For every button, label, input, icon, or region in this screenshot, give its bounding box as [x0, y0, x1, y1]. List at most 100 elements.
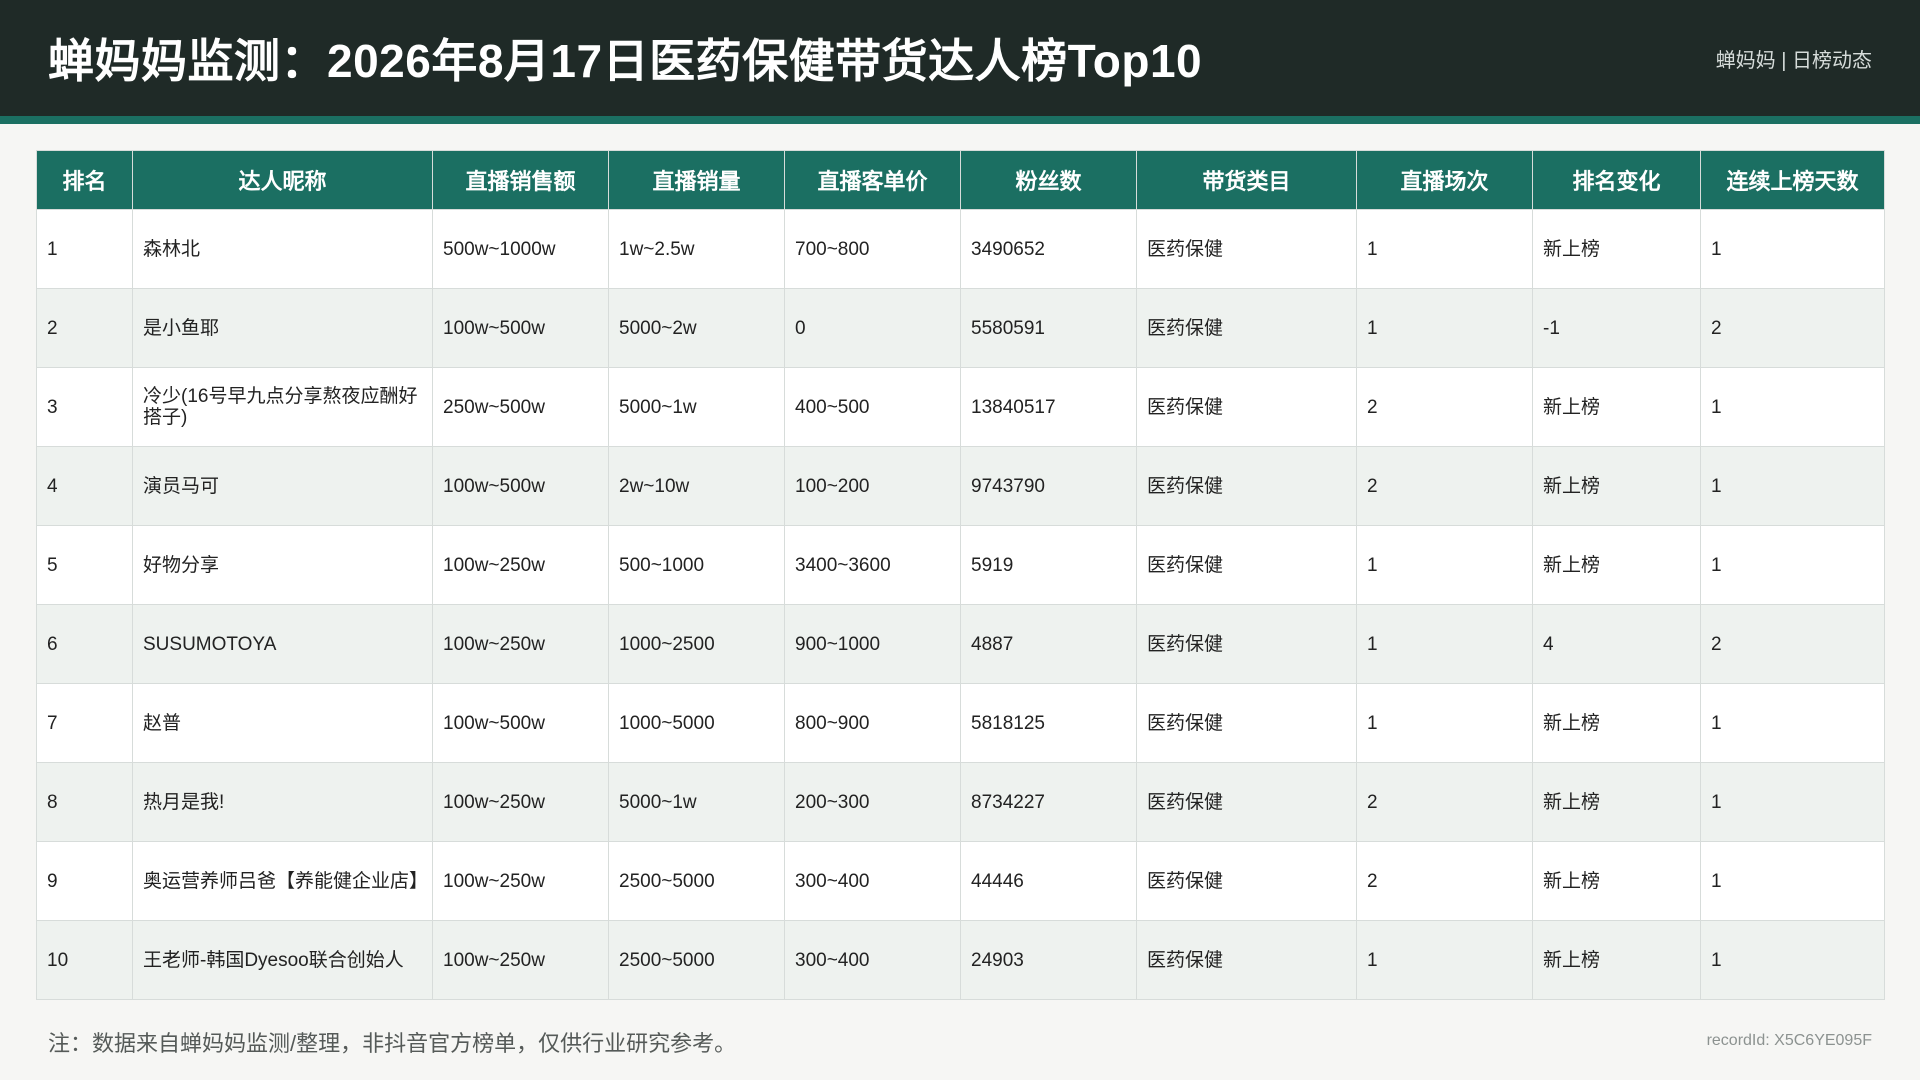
table-cell: 好物分享 [132, 525, 433, 605]
table-row: 5 好物分享 100w~250w 500~1000 3400~3600 5919 医药保健 1… [36, 525, 1885, 605]
table-cell: 2 [1700, 604, 1885, 684]
table-cell: 医药保健 [1136, 209, 1357, 289]
page-title: 蝉妈妈监测：2026年8月17日医药保健带货达人榜Top10 [48, 35, 1203, 87]
table-cell: 热月是我! [132, 762, 433, 842]
column-header: 直播场次 [1356, 150, 1533, 210]
ranking-table-container: 排名 达人昵称 直播销售额 直播销量 直播客单价 粉丝数 带货类目 直播场次 排名变化 连续上榜天… [36, 150, 1885, 1000]
table-cell: 1 [1700, 762, 1885, 842]
table-cell: 800~900 [784, 683, 961, 763]
table-cell: 医药保健 [1136, 288, 1357, 368]
page: 蝉妈妈监测：2026年8月17日医药保健带货达人榜Top10 蝉妈妈 | 日榜动… [0, 0, 1920, 1080]
ranking-table: 排名 达人昵称 直播销售额 直播销量 直播客单价 粉丝数 带货类目 直播场次 排名变化 连续上榜天… [36, 150, 1885, 1000]
table-cell: 100w~250w [432, 762, 609, 842]
column-header: 带货类目 [1136, 150, 1357, 210]
table-cell: 医药保健 [1136, 525, 1357, 605]
table-cell: 1 [1356, 288, 1533, 368]
table-cell: 24903 [960, 920, 1137, 1000]
table-cell: 8 [36, 762, 133, 842]
table-cell: 1000~5000 [608, 683, 785, 763]
table-cell: 3490652 [960, 209, 1137, 289]
table-cell: 100w~250w [432, 841, 609, 921]
table-cell: 4 [36, 446, 133, 526]
table-cell: 100~200 [784, 446, 961, 526]
table-cell: 8734227 [960, 762, 1137, 842]
brand-label: 蝉妈妈 | 日榜动态 [1715, 49, 1872, 72]
table-cell: 1w~2.5w [608, 209, 785, 289]
table-cell: 5818125 [960, 683, 1137, 763]
table-cell: 奥运营养师吕爸【养能健企业店】 [132, 841, 433, 921]
table-cell: 5000~2w [608, 288, 785, 368]
table-cell: 医药保健 [1136, 604, 1357, 684]
footnote: 注：数据来自蝉妈妈监测/整理，非抖音官方榜单，仅供行业研究参考。 [48, 1031, 737, 1056]
table-cell: 400~500 [784, 367, 961, 447]
table-cell: 医药保健 [1136, 920, 1357, 1000]
table-cell: 0 [784, 288, 961, 368]
table-row: 7 赵普 100w~500w 1000~5000 800~900 5818125 医药保健 1… [36, 683, 1885, 763]
table-cell: 1 [1700, 209, 1885, 289]
column-header: 直播客单价 [784, 150, 961, 210]
table-cell: 2 [36, 288, 133, 368]
table-cell: 新上榜 [1532, 446, 1701, 526]
table-cell: 1 [36, 209, 133, 289]
table-cell: 2w~10w [608, 446, 785, 526]
table-cell: 5000~1w [608, 367, 785, 447]
table-cell: 10 [36, 920, 133, 1000]
table-cell: SUSUMOTOYA [132, 604, 433, 684]
table-cell: 5 [36, 525, 133, 605]
table-cell: 演员马可 [132, 446, 433, 526]
table-cell: 王老师-韩国Dyesoo联合创始人 [132, 920, 433, 1000]
table-cell: 新上榜 [1532, 683, 1701, 763]
table-cell: 9 [36, 841, 133, 921]
column-header: 直播销量 [608, 150, 785, 210]
table-cell: 新上榜 [1532, 762, 1701, 842]
table-cell: 新上榜 [1532, 209, 1701, 289]
table-header: 排名 达人昵称 直播销售额 直播销量 直播客单价 粉丝数 带货类目 直播场次 排名变化 连续上榜天… [36, 150, 1885, 210]
table-cell: 2500~5000 [608, 920, 785, 1000]
table-cell: 5919 [960, 525, 1137, 605]
table-cell: 250w~500w [432, 367, 609, 447]
table-cell: 医药保健 [1136, 446, 1357, 526]
table-cell: 3 [36, 367, 133, 447]
table-cell: 1 [1356, 604, 1533, 684]
table-row: 1 森林北 500w~1000w 1w~2.5w 700~800 3490652 医药保健 1… [36, 209, 1885, 289]
table-header-row: 排名 达人昵称 直播销售额 直播销量 直播客单价 粉丝数 带货类目 直播场次 排名变化 连续上榜天… [36, 150, 1885, 210]
table-cell: 1 [1700, 920, 1885, 1000]
table-cell: 新上榜 [1532, 525, 1701, 605]
table-cell: 2 [1700, 288, 1885, 368]
table-cell: -1 [1532, 288, 1701, 368]
table-cell: 100w~250w [432, 920, 609, 1000]
table-cell: 500w~1000w [432, 209, 609, 289]
table-cell: 4 [1532, 604, 1701, 684]
table-cell: 赵普 [132, 683, 433, 763]
table-cell: 900~1000 [784, 604, 961, 684]
table-cell: 9743790 [960, 446, 1137, 526]
table-row: 3 冷少(16号早九点分享熬夜应酬好搭子) 250w~500w 5000~1w 400~… [36, 367, 1885, 447]
table-row: 4 演员马可 100w~500w 2w~10w 100~200 9743790 医药保健 2 新… [36, 446, 1885, 526]
table-cell: 1 [1356, 683, 1533, 763]
table-cell: 1 [1700, 525, 1885, 605]
table-cell: 医药保健 [1136, 367, 1357, 447]
table-cell: 700~800 [784, 209, 961, 289]
table-cell: 6 [36, 604, 133, 684]
table-cell: 新上榜 [1532, 920, 1701, 1000]
table-cell: 300~400 [784, 841, 961, 921]
table-cell: 是小鱼耶 [132, 288, 433, 368]
table-row: 9 奥运营养师吕爸【养能健企业店】 100w~250w 2500~5000 300~40… [36, 841, 1885, 921]
table-cell: 1 [1700, 683, 1885, 763]
table-cell: 1 [1356, 209, 1533, 289]
table-row: 10 王老师-韩国Dyesoo联合创始人 100w~250w 2500~5000 300… [36, 920, 1885, 1000]
column-header: 粉丝数 [960, 150, 1137, 210]
table-row: 8 热月是我! 100w~250w 5000~1w 200~300 8734227 医药保健… [36, 762, 1885, 842]
column-header: 达人昵称 [132, 150, 433, 210]
table-cell: 医药保健 [1136, 683, 1357, 763]
column-header: 排名变化 [1532, 150, 1701, 210]
table-cell: 200~300 [784, 762, 961, 842]
table-cell: 2 [1356, 446, 1533, 526]
table-cell: 100w~500w [432, 446, 609, 526]
table-cell: 300~400 [784, 920, 961, 1000]
table-cell: 医药保健 [1136, 762, 1357, 842]
table-cell: 100w~500w [432, 288, 609, 368]
table-cell: 1 [1356, 525, 1533, 605]
table-cell: 1 [1356, 920, 1533, 1000]
table-body: 1 森林北 500w~1000w 1w~2.5w 700~800 3490652 医药保健 1… [36, 209, 1885, 1000]
